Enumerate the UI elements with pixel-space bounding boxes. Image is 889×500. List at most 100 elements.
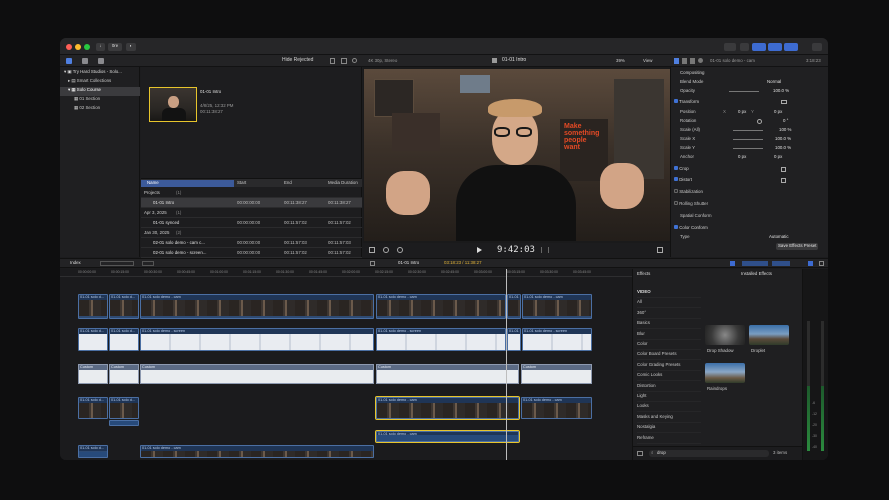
title-clip[interactable]: Custom	[109, 364, 139, 384]
selected-video-clip[interactable]: 01-01 solo demo - cam	[375, 396, 520, 420]
audio-icon[interactable]	[690, 58, 695, 64]
clip-thumbnail[interactable]	[149, 87, 197, 122]
anchor-y[interactable]: 0 px	[774, 154, 782, 160]
libraries-icon[interactable]	[66, 58, 72, 64]
effects-category-item[interactable]: Distortion	[637, 383, 701, 392]
video-inspector-icon[interactable]	[674, 58, 679, 64]
save-effects-preset-button[interactable]: Save Effects Preset	[776, 243, 819, 250]
installed-effects-dropdown[interactable]: Installed Effects	[741, 271, 772, 277]
title-clip[interactable]: Custom	[140, 364, 374, 384]
search-icon[interactable]	[352, 58, 357, 63]
select-tool[interactable]	[142, 261, 154, 266]
screen-clip[interactable]: 01-01 solo d...	[507, 328, 521, 351]
effects-search-input[interactable]: ⌕ drop	[649, 450, 769, 457]
scale-x-value[interactable]: 100.0 %	[775, 136, 791, 142]
video-clip[interactable]: 01-01 solo demo - cam	[521, 397, 592, 419]
index-button[interactable]: Index	[70, 260, 81, 266]
event-group-row[interactable]: Jan 30, 2025 (2)	[141, 228, 362, 238]
video-clip[interactable]: 01-01 solo demo - cam	[522, 294, 592, 319]
effects-category-item[interactable]: 360°	[637, 310, 701, 319]
sidebar-item-smart-collections[interactable]: ▸ ▤ Smart Collections	[60, 78, 140, 87]
rotation-dial[interactable]	[757, 119, 762, 124]
effects-category-item[interactable]: Reframe	[637, 435, 701, 444]
effects-category-item[interactable]: Basics	[637, 320, 701, 330]
position-y[interactable]: 0 px	[774, 109, 782, 115]
color-conform-checkbox[interactable]	[674, 225, 678, 229]
browser-toggle[interactable]	[752, 43, 766, 51]
edit-buttons[interactable]	[100, 261, 134, 266]
column-start[interactable]: Start	[237, 180, 246, 186]
timecode-display[interactable]: 9:42:03	[497, 245, 535, 255]
photos-icon[interactable]	[82, 58, 88, 64]
effects-category-item[interactable]: Looks	[637, 403, 701, 413]
info-icon[interactable]	[698, 58, 703, 63]
playhead[interactable]	[506, 269, 507, 460]
effects-category-item[interactable]: Color Grading Presets	[637, 362, 701, 371]
timeline[interactable]: 00:00:00:00 00:00:15:00 00:00:30:00 00:00:4…	[60, 269, 632, 460]
effects-category-item[interactable]: Nostalgia	[637, 424, 701, 434]
position-x[interactable]: 0 px	[738, 109, 746, 115]
zoom-window-button[interactable]	[84, 44, 90, 50]
list-view-icon[interactable]	[341, 58, 347, 64]
event-group-row[interactable]: Projects (1)	[141, 188, 362, 198]
blend-mode-value[interactable]: Normal	[767, 79, 781, 85]
distort-icon[interactable]	[781, 178, 786, 183]
screen-clip[interactable]: 01-01 solo demo - screen	[522, 328, 592, 351]
minimize-window-button[interactable]	[75, 44, 81, 50]
share-button[interactable]	[812, 43, 822, 51]
column-duration[interactable]: Media Duration	[328, 180, 358, 186]
crop-icon[interactable]	[781, 167, 786, 172]
library-item[interactable]: ▾ ▣ Try Hard Studios - Solo...	[60, 69, 140, 78]
effect-thumb-drop-shadow[interactable]	[705, 325, 745, 345]
title-clip[interactable]: Custom	[78, 364, 108, 384]
effect-thumb-droplet[interactable]	[749, 325, 789, 345]
effects-category-item[interactable]: Blur	[637, 331, 701, 340]
rolling-shutter-row[interactable]: Rolling Shutter	[674, 201, 708, 207]
effects-category-item[interactable]: Comic Looks	[637, 372, 701, 382]
type-value[interactable]: Automatic	[769, 234, 789, 240]
titles-icon[interactable]	[98, 58, 104, 64]
view-dropdown[interactable]: View	[643, 58, 652, 64]
transform-tool-icon[interactable]	[369, 247, 375, 253]
sidebar-item-01-section[interactable]: ▦ 01 Section	[60, 96, 140, 105]
clip-row[interactable]: 01-01 synced 00:00:00:00 00:11:57:02 00:11:…	[141, 218, 362, 228]
play-icon[interactable]	[477, 247, 482, 253]
zoom-dropdown[interactable]: 39%	[616, 58, 625, 64]
opacity-value[interactable]: 100.0 %	[773, 88, 789, 94]
keyword-button[interactable]: 0re	[108, 43, 122, 51]
clip-row[interactable]: 02-01 solo demo - screen... 00:00:00:00 00…	[141, 248, 362, 258]
audio-clip[interactable]: 01-01 solo d...	[78, 445, 108, 458]
column-name[interactable]: Name	[141, 180, 234, 187]
selected-audio-clip[interactable]: 01-01 solo demo - cam	[375, 430, 520, 443]
column-end[interactable]: End	[284, 180, 292, 186]
transform-header[interactable]: Transform	[674, 99, 699, 105]
effects-category-item[interactable]: Color Board Presets	[637, 351, 701, 361]
audio-clip[interactable]	[109, 420, 139, 426]
video-clip[interactable]: 01-01 solo d...	[78, 294, 108, 319]
back-arrow-icon[interactable]	[370, 261, 375, 266]
color-conform-row[interactable]: Color Conform	[674, 225, 708, 231]
screen-clip[interactable]: 01-01 solo demo - screen	[140, 328, 374, 351]
enhance-icon[interactable]	[383, 247, 389, 253]
opacity-slider[interactable]	[729, 91, 759, 92]
effects-category-item[interactable]: All	[637, 299, 701, 309]
scale-y-slider[interactable]	[733, 148, 763, 149]
clip-row[interactable]: 02-01 solo demo - cam c... 00:00:00:00 00:…	[141, 238, 362, 248]
effects-category-item[interactable]: Light	[637, 393, 701, 402]
event-group-row[interactable]: Apr 3, 2025 (1)	[141, 208, 362, 218]
rotation-value[interactable]: 0 °	[783, 118, 788, 124]
sidebar-item-solo-course[interactable]: ▾ ▦ Solo Course	[60, 87, 140, 96]
sidebar-toggle-icon[interactable]	[637, 451, 643, 456]
video-clip[interactable]: 01-01 solo d...	[109, 397, 139, 419]
crop-checkbox[interactable]	[674, 166, 678, 170]
effects-browser-icon[interactable]	[808, 261, 813, 266]
distort-row[interactable]: Distort	[674, 177, 692, 183]
stabilization-checkbox[interactable]	[674, 189, 678, 193]
rolling-shutter-checkbox[interactable]	[674, 201, 678, 205]
screen-clip[interactable]: 01-01 solo demo - screen	[376, 328, 506, 351]
background-tasks-button[interactable]: ◐	[126, 43, 136, 51]
clip-row[interactable]: 01-01 Intro 00:00:00:00 00:11:38:27 00:11:3…	[141, 198, 362, 208]
transitions-browser-icon[interactable]	[819, 261, 824, 266]
timeline-project-title[interactable]: 01-01 Intro	[398, 260, 419, 266]
timeline-ruler[interactable]: 00:00:00:00 00:00:15:00 00:00:30:00 00:00:4…	[60, 269, 632, 277]
